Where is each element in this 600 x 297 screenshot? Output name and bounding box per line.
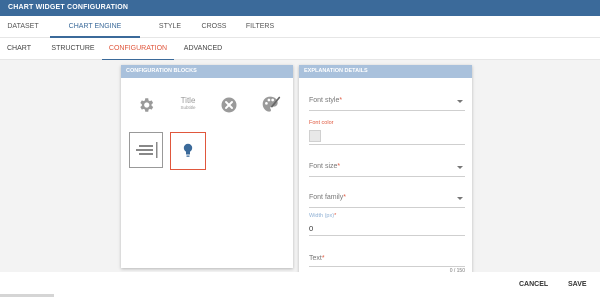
- required-mark: *: [337, 163, 341, 170]
- font-color-swatch[interactable]: [309, 130, 321, 142]
- tab-structure[interactable]: STRUCTURE: [48, 38, 98, 60]
- close-circle-icon[interactable]: [220, 96, 238, 114]
- font-size-select[interactable]: Font size*: [309, 161, 465, 177]
- save-button[interactable]: SAVE: [568, 281, 587, 288]
- font-color-field: Font color: [309, 120, 465, 150]
- legend-align-icon: [136, 142, 158, 158]
- explanation-details-header: EXPLANATION DETAILS: [299, 65, 472, 78]
- secondary-tabs: CHART STRUCTURE CONFIGURATION ADVANCED: [0, 38, 600, 60]
- configuration-blocks-header: CONFIGURATION BLOCKS: [121, 65, 293, 78]
- font-color-label: Font color: [309, 120, 334, 126]
- text-label: Text: [309, 255, 322, 262]
- palette-icon[interactable]: [261, 95, 281, 115]
- configuration-blocks-panel: CONFIGURATION BLOCKS Title Subtitle: [121, 65, 293, 268]
- chevron-down-icon: [457, 197, 463, 200]
- font-family-select[interactable]: Font family*: [309, 192, 465, 208]
- chevron-down-icon: [457, 100, 463, 103]
- title-text: Title: [180, 96, 196, 105]
- width-label: Width (px): [309, 213, 335, 219]
- required-mark: *: [334, 213, 337, 219]
- font-family-label: Font family: [309, 194, 344, 201]
- lightbulb-icon: [183, 143, 193, 157]
- tab-configuration[interactable]: CONFIGURATION: [102, 38, 174, 60]
- tab-filters[interactable]: FILTERS: [240, 16, 280, 38]
- font-style-label: Font style: [309, 97, 340, 104]
- tab-chart[interactable]: CHART: [2, 38, 36, 60]
- subtitle-text: Subtitle: [180, 105, 196, 110]
- gear-icon[interactable]: [137, 96, 155, 114]
- required-mark: *: [321, 255, 325, 262]
- primary-tabs: DATASET CHART ENGINE DESIGNER STYLE CROS…: [0, 16, 600, 51]
- width-value: 0: [309, 224, 314, 233]
- required-mark: *: [339, 97, 343, 104]
- content-area: CONFIGURATION BLOCKS Title Subtitle EXPL…: [0, 60, 600, 275]
- tab-chart-engine-designer[interactable]: CHART ENGINE DESIGNER: [50, 16, 140, 51]
- title-subtitle-icon[interactable]: Title Subtitle: [176, 96, 200, 116]
- tab-cross[interactable]: CROSS: [197, 16, 231, 38]
- width-field[interactable]: Width (px)* 0: [309, 213, 465, 239]
- action-bar: CANCEL SAVE: [0, 272, 600, 297]
- tab-advanced[interactable]: ADVANCED: [179, 38, 227, 60]
- tab-style[interactable]: STYLE: [152, 16, 188, 38]
- font-size-label: Font size: [309, 163, 338, 170]
- cancel-button[interactable]: CANCEL: [519, 281, 548, 288]
- window-title: CHART WIDGET CONFIGURATION: [0, 0, 600, 16]
- lightbulb-block[interactable]: [170, 132, 206, 170]
- explanation-details-panel: EXPLANATION DETAILS Font style* Font col…: [299, 65, 472, 275]
- legend-block[interactable]: [129, 132, 163, 168]
- font-style-select[interactable]: Font style*: [309, 95, 465, 111]
- tab-dataset[interactable]: DATASET: [0, 16, 46, 38]
- required-mark: *: [343, 194, 346, 201]
- chevron-down-icon: [457, 166, 463, 169]
